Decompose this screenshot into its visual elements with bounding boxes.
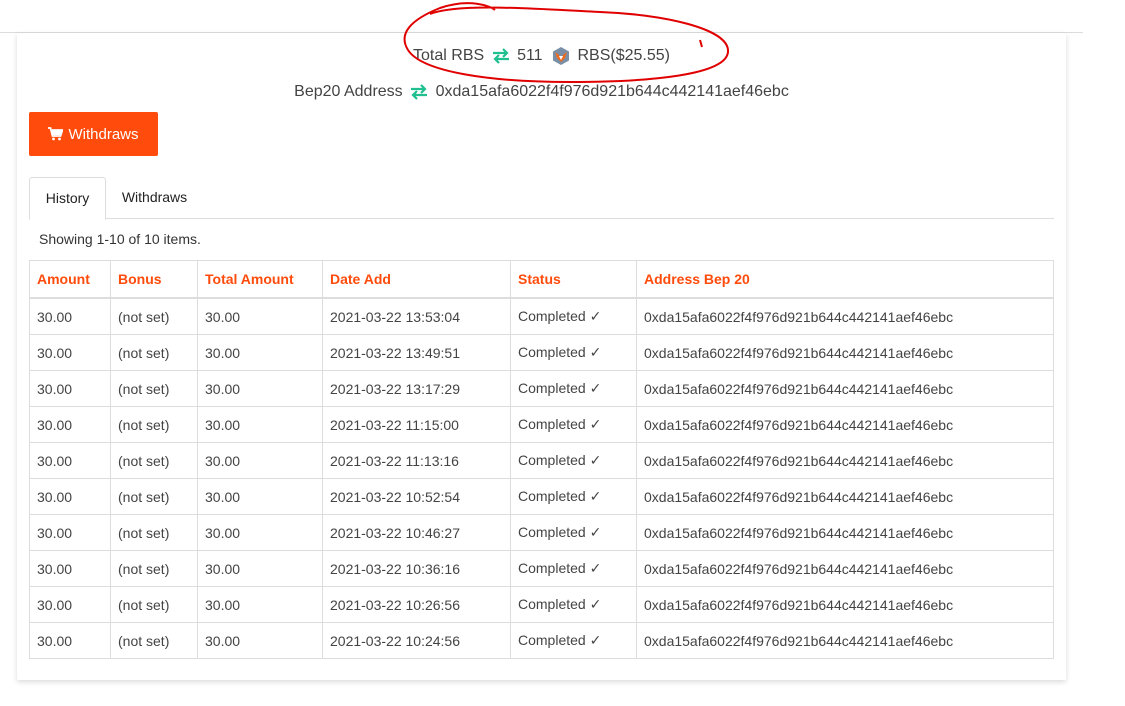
total-rbs-line: Total RBS 511 RBS($25.55) <box>0 46 1083 66</box>
cell-address: 0xda15afa6022f4f976d921b644c442141aef46e… <box>636 370 1054 407</box>
cell-bonus: (not set) <box>110 514 198 551</box>
cell-bonus: (not set) <box>110 478 198 515</box>
table-row: 30.00 (not set) 30.00 2021-03-22 13:49:51 Co… <box>29 334 1054 371</box>
cell-total-amount: 30.00 <box>197 442 323 479</box>
tab-withdraws[interactable]: Withdraws <box>107 177 202 217</box>
tab-bar: History Withdraws <box>29 177 1054 220</box>
shopping-cart-icon <box>48 127 65 141</box>
table-row: 30.00 (not set) 30.00 2021-03-22 13:53:04 Co… <box>29 297 1054 335</box>
table-row: 30.00 (not set) 30.00 2021-03-22 10:52:54 Co… <box>29 478 1054 515</box>
fox-token-icon <box>551 46 571 66</box>
cell-bonus: (not set) <box>110 622 198 659</box>
cell-date-add: 2021-03-22 10:26:56 <box>322 586 511 623</box>
cell-status: Completed ✓ <box>510 297 637 335</box>
cell-status: Completed ✓ <box>510 514 637 551</box>
cell-bonus: (not set) <box>110 406 198 443</box>
cell-date-add: 2021-03-22 10:46:27 <box>322 514 511 551</box>
bep20-address: 0xda15afa6022f4f976d921b644c442141aef46e… <box>435 83 789 100</box>
cell-total-amount: 30.00 <box>197 586 323 623</box>
cell-bonus: (not set) <box>110 370 198 407</box>
transfer-arrows-icon <box>491 48 511 64</box>
cell-amount: 30.00 <box>29 514 111 551</box>
cell-total-amount: 30.00 <box>197 297 323 335</box>
cell-total-amount: 30.00 <box>197 334 323 371</box>
cell-amount: 30.00 <box>29 406 111 443</box>
header-status[interactable]: Status <box>510 260 637 299</box>
cell-bonus: (not set) <box>110 550 198 587</box>
cell-total-amount: 30.00 <box>197 406 323 443</box>
total-rbs-amount: 511 <box>517 47 543 65</box>
header-address-bep20[interactable]: Address Bep 20 <box>636 260 1054 299</box>
transfer-arrows-icon <box>409 83 429 100</box>
cell-bonus: (not set) <box>110 297 198 335</box>
cell-date-add: 2021-03-22 11:13:16 <box>322 442 511 479</box>
cell-amount: 30.00 <box>29 586 111 623</box>
table-header-row: Amount Bonus Total Amount Date Add Statu… <box>29 260 1054 299</box>
cell-bonus: (not set) <box>110 334 198 371</box>
cell-date-add: 2021-03-22 13:53:04 <box>322 297 511 335</box>
cell-amount: 30.00 <box>29 334 111 371</box>
cell-address: 0xda15afa6022f4f976d921b644c442141aef46e… <box>636 622 1054 659</box>
table-row: 30.00 (not set) 30.00 2021-03-22 11:15:00 Co… <box>29 406 1054 443</box>
cell-total-amount: 30.00 <box>197 622 323 659</box>
items-summary: Showing 1-10 of 10 items. <box>39 231 201 247</box>
cell-bonus: (not set) <box>110 442 198 479</box>
cell-amount: 30.00 <box>29 478 111 515</box>
token-value: RBS($25.55) <box>577 47 670 65</box>
cell-amount: 30.00 <box>29 622 111 659</box>
cell-address: 0xda15afa6022f4f976d921b644c442141aef46e… <box>636 334 1054 371</box>
table-row: 30.00 (not set) 30.00 2021-03-22 10:24:56 Co… <box>29 622 1054 659</box>
cell-address: 0xda15afa6022f4f976d921b644c442141aef46e… <box>636 478 1054 515</box>
cell-amount: 30.00 <box>29 370 111 407</box>
cell-amount: 30.00 <box>29 442 111 479</box>
cell-address: 0xda15afa6022f4f976d921b644c442141aef46e… <box>636 550 1054 587</box>
cell-total-amount: 30.00 <box>197 514 323 551</box>
history-table: Amount Bonus Total Amount Date Add Statu… <box>29 260 1054 659</box>
cell-date-add: 2021-03-22 10:36:16 <box>322 550 511 587</box>
cell-address: 0xda15afa6022f4f976d921b644c442141aef46e… <box>636 586 1054 623</box>
table-row: 30.00 (not set) 30.00 2021-03-22 11:13:16 Co… <box>29 442 1054 479</box>
cell-total-amount: 30.00 <box>197 478 323 515</box>
bep20-label: Bep20 Address <box>294 83 403 100</box>
cell-status: Completed ✓ <box>510 406 637 443</box>
cell-address: 0xda15afa6022f4f976d921b644c442141aef46e… <box>636 406 1054 443</box>
cell-amount: 30.00 <box>29 550 111 587</box>
header-total-amount[interactable]: Total Amount <box>197 260 323 299</box>
cell-amount: 30.00 <box>29 297 111 335</box>
cell-total-amount: 30.00 <box>197 370 323 407</box>
table-row: 30.00 (not set) 30.00 2021-03-22 13:17:29 Co… <box>29 370 1054 407</box>
cell-date-add: 2021-03-22 11:15:00 <box>322 406 511 443</box>
withdraws-button-label: Withdraws <box>68 125 139 143</box>
cell-status: Completed ✓ <box>510 586 637 623</box>
cell-address: 0xda15afa6022f4f976d921b644c442141aef46e… <box>636 514 1054 551</box>
cell-date-add: 2021-03-22 10:52:54 <box>322 478 511 515</box>
cell-status: Completed ✓ <box>510 442 637 479</box>
cell-status: Completed ✓ <box>510 622 637 659</box>
bep20-address-line: Bep20 Address 0xda15afa6022f4f976d921b64… <box>0 82 1083 102</box>
header-amount[interactable]: Amount <box>29 260 111 299</box>
cell-status: Completed ✓ <box>510 334 637 371</box>
cell-total-amount: 30.00 <box>197 550 323 587</box>
cell-address: 0xda15afa6022f4f976d921b644c442141aef46e… <box>636 442 1054 479</box>
cell-address: 0xda15afa6022f4f976d921b644c442141aef46e… <box>636 297 1054 335</box>
cell-status: Completed ✓ <box>510 478 637 515</box>
cell-bonus: (not set) <box>110 586 198 623</box>
cell-status: Completed ✓ <box>510 370 637 407</box>
cell-status: Completed ✓ <box>510 550 637 587</box>
table-row: 30.00 (not set) 30.00 2021-03-22 10:36:16 Co… <box>29 550 1054 587</box>
cell-date-add: 2021-03-22 13:17:29 <box>322 370 511 407</box>
tab-history[interactable]: History <box>29 177 106 220</box>
table-row: 30.00 (not set) 30.00 2021-03-22 10:26:56 Co… <box>29 586 1054 623</box>
withdraws-button[interactable]: Withdraws <box>29 112 158 156</box>
header-date-add[interactable]: Date Add <box>322 260 511 299</box>
cell-date-add: 2021-03-22 10:24:56 <box>322 622 511 659</box>
total-rbs-label: Total RBS <box>413 47 485 65</box>
cell-date-add: 2021-03-22 13:49:51 <box>322 334 511 371</box>
table-row: 30.00 (not set) 30.00 2021-03-22 10:46:27 Co… <box>29 514 1054 551</box>
header-bonus[interactable]: Bonus <box>110 260 198 299</box>
